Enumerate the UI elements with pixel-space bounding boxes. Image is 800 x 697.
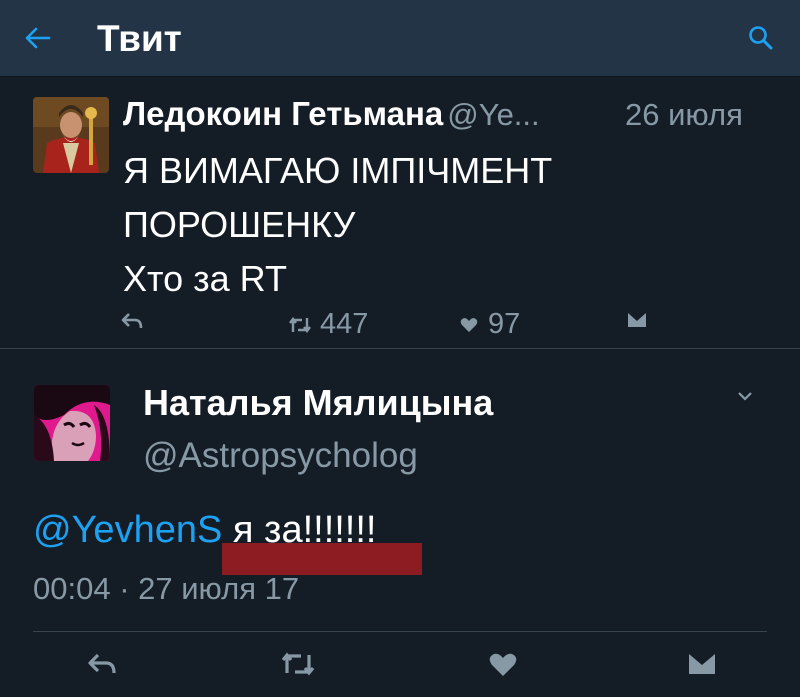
retweet-icon [289, 316, 311, 333]
pink-portrait-avatar-image [34, 385, 110, 461]
tweet-date[interactable]: 26 июля [625, 97, 743, 133]
top-bar: Твит [0, 0, 800, 77]
author-handle[interactable]: @Ye... [447, 97, 539, 132]
tweet-text-line: ПОРОШЕНКУ [123, 204, 356, 245]
avatar[interactable] [33, 97, 109, 173]
like-button[interactable]: 97 [460, 308, 520, 341]
search-icon[interactable] [747, 24, 775, 52]
reply-button[interactable] [88, 653, 116, 675]
retweet-button[interactable]: 447 [288, 308, 368, 341]
portrait-avatar-image [33, 97, 109, 173]
heart-icon [489, 653, 517, 676]
reply-icon [88, 653, 116, 674]
chevron-down-icon[interactable] [736, 389, 754, 403]
direct-message-button[interactable] [688, 652, 716, 676]
arrow-left-icon[interactable] [22, 24, 52, 52]
parent-tweet[interactable]: Ледокоин Гетьмана @Ye... 26 июля Я ВИМАГА… [0, 78, 800, 348]
like-button[interactable] [489, 652, 517, 678]
tweet-actions: 447 97 [0, 306, 800, 342]
mention-link[interactable]: @YevhenS [33, 509, 222, 551]
retweet-button[interactable] [280, 651, 316, 677]
retweet-count: 447 [320, 308, 369, 340]
tweet-text-line: Хто за RT [123, 258, 287, 299]
envelope-icon [689, 654, 715, 674]
tweet-header: Ледокоин Гетьмана @Ye... [123, 95, 540, 135]
tweet-text: Я ВИМАГАЮ ІМПІЧМЕНТ ПОРОШЕНКУ Хто за RT [123, 144, 763, 306]
author-handle[interactable]: @Astropsycholog [143, 436, 418, 476]
author-name[interactable]: Ледокоин Гетьмана [123, 95, 443, 132]
page-title: Твит [97, 18, 182, 59]
focused-tweet: Наталья Мялицына @Astropsycholog @Yevhen… [0, 349, 800, 697]
envelope-icon [628, 313, 646, 327]
tweet-timestamp: 00:04 · 27 июля 17 [33, 571, 300, 606]
like-count: 97 [488, 308, 521, 340]
tweet-text-line: Я ВИМАГАЮ ІМПІЧМЕНТ [123, 150, 553, 191]
divider [33, 631, 767, 632]
heart-icon [460, 317, 478, 332]
avatar[interactable] [34, 385, 110, 461]
direct-message-button[interactable] [627, 312, 647, 328]
tweet-actions [0, 647, 800, 687]
reply-button[interactable] [121, 312, 143, 330]
reply-icon [121, 313, 143, 329]
author-name[interactable]: Наталья Мялицына [143, 382, 493, 424]
retweet-icon [281, 652, 315, 676]
